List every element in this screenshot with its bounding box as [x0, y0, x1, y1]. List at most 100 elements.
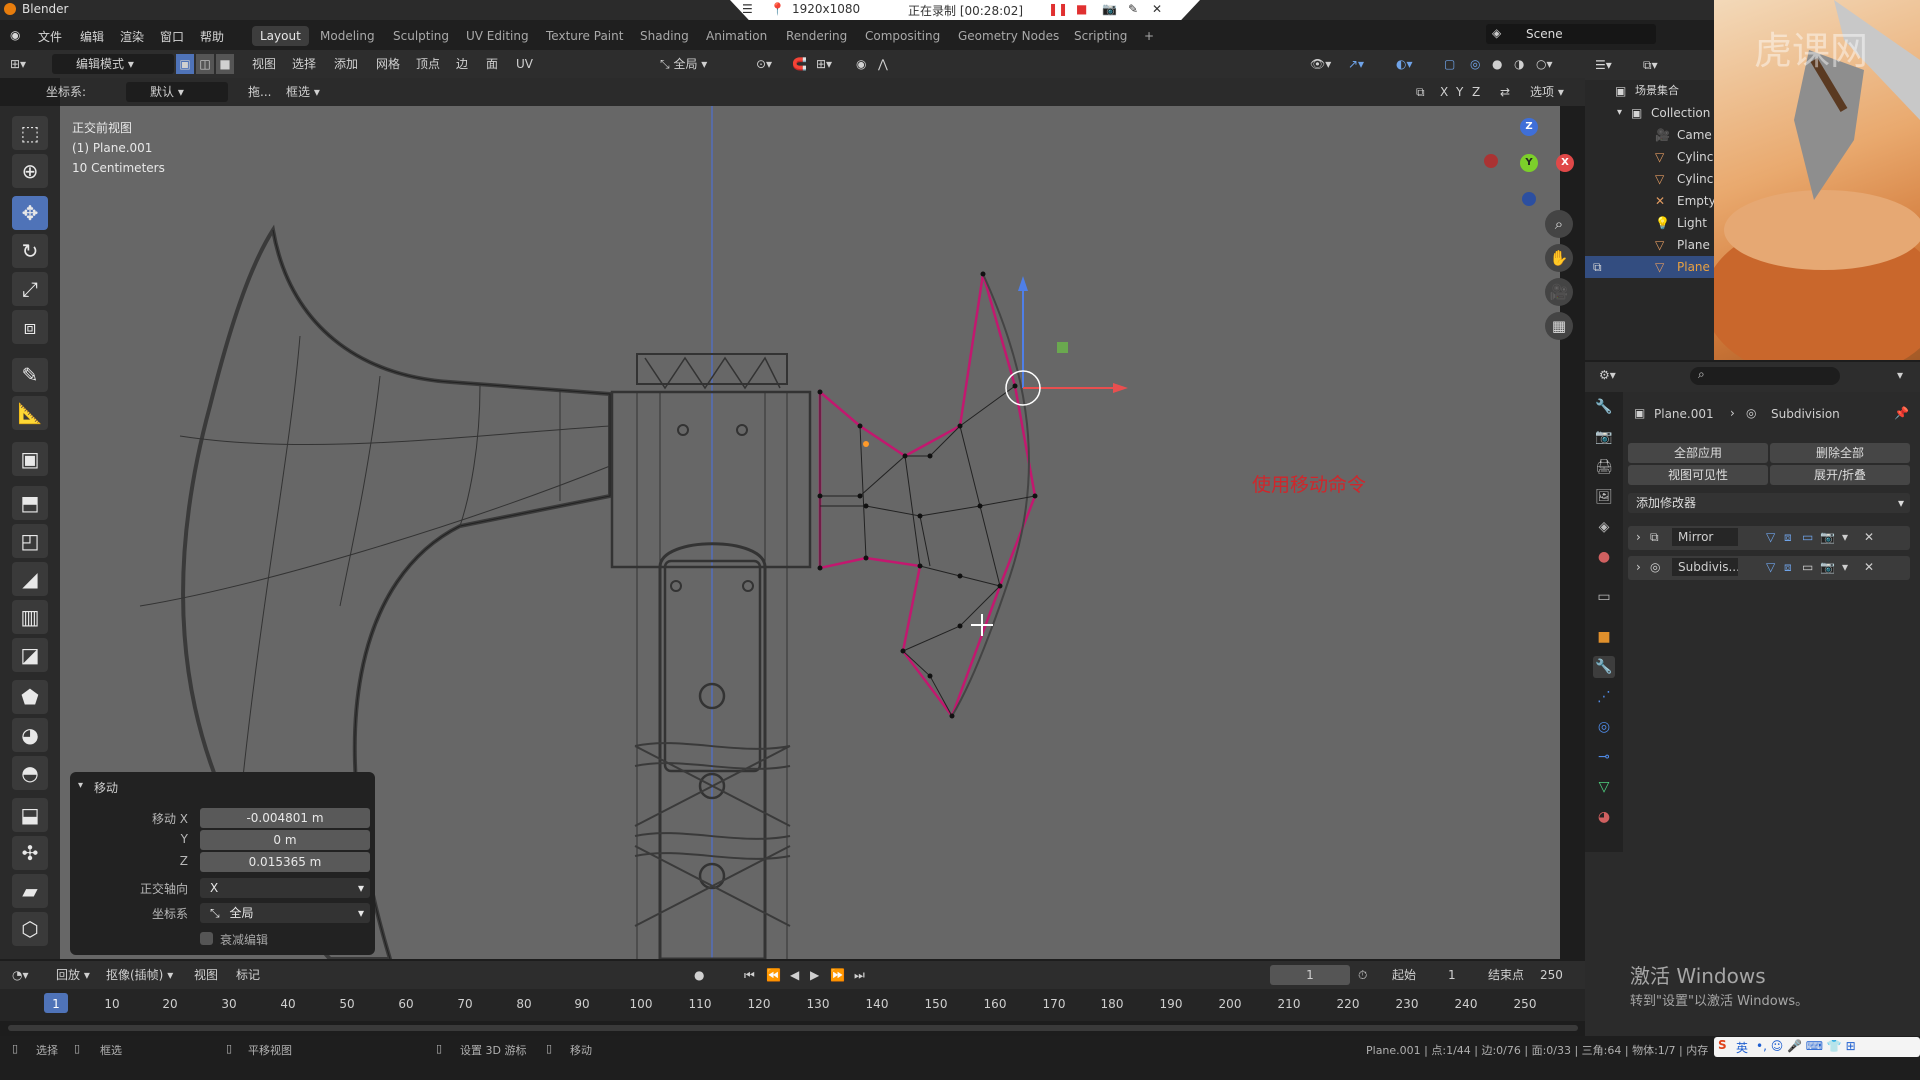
chevron-down-icon[interactable]: ▾: [1842, 560, 1848, 574]
modifier-name-field[interactable]: Subdivis...: [1672, 558, 1738, 576]
outliner-item[interactable]: ▽ Cylinc: [1585, 168, 1715, 190]
mode-selector[interactable]: 编辑模式 ▾: [52, 54, 174, 74]
constraints-tab-icon[interactable]: ⊸: [1593, 746, 1615, 768]
pan-hand-icon[interactable]: ✋: [1545, 244, 1573, 272]
vertex-select-icon[interactable]: ▣: [176, 54, 194, 74]
add-workspace-button[interactable]: +: [1136, 26, 1162, 46]
add-cube-tool-icon[interactable]: ▣: [12, 442, 48, 476]
chevron-right-icon[interactable]: ›: [1636, 560, 1641, 574]
ime-toolbar[interactable]: S 英 •, ☺ 🎤 ⌨ 👕 ⊞: [1714, 1037, 1920, 1057]
options-dropdown[interactable]: 选项 ▾: [1530, 82, 1564, 102]
edge-slide-tool-icon[interactable]: ⬓: [12, 798, 48, 832]
menu-edge[interactable]: 边: [456, 54, 468, 74]
play-icon[interactable]: ▶: [810, 965, 819, 985]
cage-toggle-icon[interactable]: ⧈: [1784, 530, 1792, 545]
modifier-mirror[interactable]: › ⧉ Mirror ▽ ⧈ ▭ 📷 ▾ ✕: [1628, 526, 1910, 550]
object-tab-icon[interactable]: ■: [1593, 626, 1615, 648]
physics-tab-icon[interactable]: ◎: [1593, 716, 1615, 738]
render-toggle-icon[interactable]: 📷: [1820, 560, 1835, 574]
editor-type-icon[interactable]: ☰▾: [1595, 54, 1612, 76]
navigation-gizmo[interactable]: Z Y X: [1480, 112, 1574, 212]
menu-icon[interactable]: ☰: [742, 2, 753, 16]
proportional-checkbox[interactable]: [200, 932, 213, 945]
pin-icon[interactable]: 📍: [770, 2, 785, 16]
jump-start-icon[interactable]: ⏮: [744, 965, 755, 985]
pin-icon[interactable]: 📌: [1894, 406, 1909, 420]
chevron-right-icon[interactable]: ›: [1636, 530, 1641, 544]
particles-tab-icon[interactable]: ⋰: [1593, 686, 1615, 708]
move-z-field[interactable]: 0.015365 m: [200, 852, 370, 872]
outliner-item[interactable]: 🎥 Came: [1585, 124, 1715, 146]
tab-geometry-nodes[interactable]: Geometry Nodes: [950, 26, 1067, 46]
move-y-field[interactable]: 0 m: [200, 830, 370, 850]
timeline-scrollbar[interactable]: [8, 1025, 1578, 1031]
modifier-tab-icon[interactable]: 🔧: [1593, 656, 1615, 678]
collection-tab-icon[interactable]: ▭: [1593, 586, 1615, 608]
pen-icon[interactable]: ✎: [1128, 2, 1138, 16]
mirror-y-toggle[interactable]: Y: [1456, 82, 1463, 102]
viewport-toggle-icon[interactable]: ▭: [1802, 530, 1813, 544]
end-frame-field[interactable]: 250: [1540, 965, 1563, 985]
zoom-icon[interactable]: ⌕: [1545, 210, 1573, 238]
apply-all-button[interactable]: 全部应用: [1628, 443, 1768, 463]
ortho-axis-dropdown[interactable]: X ▾: [200, 878, 370, 898]
jump-end-icon[interactable]: ⏭: [854, 965, 865, 985]
pause-icon[interactable]: ❚❚: [1048, 2, 1068, 16]
face-select-icon[interactable]: ■: [216, 54, 234, 74]
menu-markers[interactable]: 标记: [236, 965, 260, 985]
panel-collapse-icon[interactable]: ▾: [78, 780, 83, 791]
pivot-icon[interactable]: ⊙▾: [756, 54, 772, 74]
shrink-fatten-tool-icon[interactable]: ✣: [12, 836, 48, 870]
spin-tool-icon[interactable]: ◕: [12, 718, 48, 752]
scale-tool-icon[interactable]: ⤢: [12, 272, 48, 306]
output-tab-icon[interactable]: 🖨: [1593, 456, 1615, 478]
tab-scripting[interactable]: Scripting: [1066, 26, 1135, 46]
camera-icon[interactable]: 📷: [1102, 2, 1117, 16]
menu-add[interactable]: 添加: [334, 54, 358, 74]
tool-tab-icon[interactable]: 🔧: [1593, 396, 1615, 418]
menu-keying[interactable]: 抠像(插帧) ▾: [106, 965, 173, 985]
close-icon[interactable]: ✕: [1864, 560, 1874, 574]
gizmo-neg-z-axis[interactable]: [1522, 192, 1536, 206]
orient-dropdown[interactable]: ⤡ 全局 ▾: [200, 903, 370, 923]
scene-selector[interactable]: ◈ Scene: [1486, 24, 1656, 44]
bevel-tool-icon[interactable]: ◢: [12, 562, 48, 596]
menu-window[interactable]: 窗口: [160, 28, 184, 45]
transform-space-dropdown[interactable]: ⤡ 全局 ▾: [660, 54, 744, 74]
menu-select[interactable]: 选择: [292, 54, 316, 74]
tab-shading[interactable]: Shading: [632, 26, 697, 46]
mirror-axis-icon[interactable]: ⧉: [1416, 82, 1425, 102]
start-frame-field[interactable]: 1: [1448, 965, 1456, 985]
mirror-x-toggle[interactable]: X: [1440, 82, 1448, 102]
rip-tool-icon[interactable]: ⬡: [12, 912, 48, 946]
next-keyframe-icon[interactable]: ⏩: [830, 965, 845, 985]
last-operator-panel[interactable]: ▾ 移动 移动 X -0.004801 m Y 0 m Z 0.015365 m…: [70, 772, 375, 955]
shear-tool-icon[interactable]: ▰: [12, 874, 48, 908]
xray-icon[interactable]: ▢: [1444, 54, 1455, 74]
move-x-field[interactable]: -0.004801 m: [200, 808, 370, 828]
tab-layout[interactable]: Layout: [252, 26, 309, 46]
measure-tool-icon[interactable]: 📐: [12, 396, 48, 430]
ortho-grid-icon[interactable]: ▦: [1545, 312, 1573, 340]
poly-build-tool-icon[interactable]: ⬟: [12, 680, 48, 714]
gizmo-z-axis[interactable]: Z: [1520, 118, 1538, 136]
outliner-item[interactable]: ✕ Empty: [1585, 190, 1716, 212]
scene-tab-icon[interactable]: ◈: [1593, 516, 1615, 538]
gizmo-neg-x-axis[interactable]: [1484, 154, 1498, 168]
edge-select-icon[interactable]: ◫: [196, 54, 214, 74]
record-icon[interactable]: ●: [694, 965, 704, 985]
ime-tool-icons[interactable]: •, ☺ 🎤 ⌨ 👕 ⊞: [1756, 1039, 1856, 1053]
ime-language[interactable]: 英: [1736, 1039, 1748, 1056]
data-tab-icon[interactable]: ▽: [1593, 776, 1615, 798]
gizmo-toggle-icon[interactable]: ↗▾: [1348, 54, 1364, 74]
props-search[interactable]: ⌕: [1690, 367, 1840, 385]
rotate-tool-icon[interactable]: ↻: [12, 234, 48, 268]
snap-icon[interactable]: 🧲: [792, 54, 807, 74]
menu-face[interactable]: 面: [486, 54, 498, 74]
menu-help[interactable]: 帮助: [200, 28, 224, 45]
view-layer-icon[interactable]: ⧉▾: [1643, 54, 1658, 76]
select-box-tool-icon[interactable]: ⬚: [12, 116, 48, 150]
prev-keyframe-icon[interactable]: ⏪: [766, 965, 781, 985]
material-tab-icon[interactable]: ◕: [1593, 806, 1615, 828]
gizmo-y-axis[interactable]: Y: [1520, 154, 1538, 172]
